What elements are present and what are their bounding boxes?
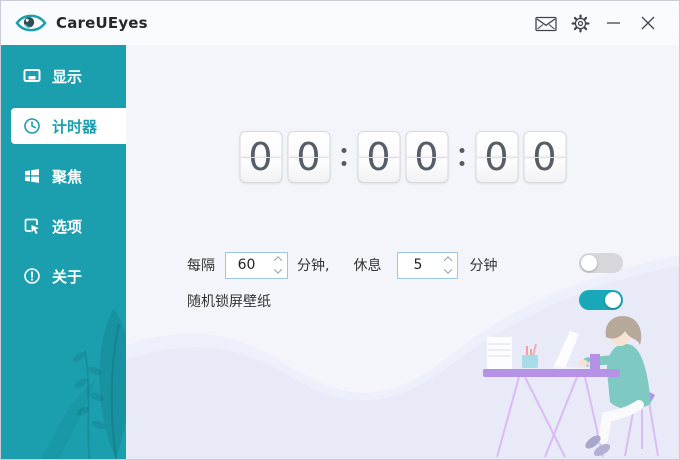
wallpaper-row: 随机锁屏壁纸 [187, 291, 271, 311]
rest-prefix-label: 休息 [353, 255, 381, 275]
break-reminder-toggle[interactable] [579, 253, 623, 273]
toggle-knob [581, 255, 597, 271]
display-icon [23, 67, 41, 85]
hours-pair: 0 0 [239, 131, 330, 183]
sidebar-item-options[interactable]: 选项 [11, 208, 126, 244]
app-title: CareUEyes [56, 14, 148, 32]
flip-digit: 0 [475, 131, 518, 183]
minutes-pair: 0 0 [357, 131, 448, 183]
flip-digit: 0 [405, 131, 448, 183]
flip-digit: 0 [523, 131, 566, 183]
flip-digit: 0 [239, 131, 282, 183]
interval-spin-up-button[interactable] [271, 255, 285, 264]
sidebar-item-label: 显示 [52, 66, 82, 87]
careueyes-window: CareUEyes [0, 0, 680, 460]
main-panel: 0 0 0 0 0 0 每隔 分钟, [126, 45, 679, 459]
mail-icon[interactable] [529, 8, 563, 38]
sidebar-item-label: 计时器 [52, 116, 97, 137]
titlebar-actions [529, 8, 665, 38]
flip-digit: 0 [357, 131, 400, 183]
sidebar-item-label: 关于 [52, 266, 82, 287]
careueyes-eye-logo-icon [15, 11, 47, 35]
flip-digit: 0 [287, 131, 330, 183]
rest-spinner [397, 252, 458, 279]
timer-icon [23, 117, 41, 135]
rest-spin-up-button[interactable] [441, 255, 455, 264]
rest-suffix-label: 分钟 [469, 255, 497, 275]
toggle-knob [605, 292, 621, 308]
sidebar-nav: 显示 计时器 [1, 45, 126, 294]
break-interval-row: 每隔 分钟, 休息 分钟 [187, 251, 497, 279]
sidebar-item-timer[interactable]: 计时器 [11, 108, 126, 144]
sidebar-item-display[interactable]: 显示 [11, 58, 126, 94]
close-icon[interactable] [631, 8, 665, 38]
sidebar: 显示 计时器 [1, 45, 126, 459]
options-icon [23, 217, 41, 235]
random-lockscreen-wallpaper-toggle[interactable] [579, 290, 623, 310]
interval-spinner [225, 252, 288, 279]
sidebar-item-about[interactable]: 关于 [11, 258, 126, 294]
focus-icon [23, 167, 41, 185]
about-icon [23, 267, 41, 285]
colon-separator [457, 148, 466, 166]
sidebar-item-focus[interactable]: 聚焦 [11, 158, 126, 194]
interval-prefix-label: 每隔 [187, 255, 215, 275]
minimize-icon[interactable] [597, 8, 631, 38]
wallpaper-label: 随机锁屏壁纸 [187, 291, 271, 311]
person-at-desk-illustration [459, 309, 679, 459]
titlebar: CareUEyes [1, 1, 679, 45]
colon-separator [339, 148, 348, 166]
sidebar-item-label: 选项 [52, 216, 82, 237]
rest-spin-down-button[interactable] [441, 267, 455, 276]
sidebar-item-label: 聚焦 [52, 166, 82, 187]
gear-icon[interactable] [563, 8, 597, 38]
seconds-pair: 0 0 [475, 131, 566, 183]
sidebar-leaf-decoration [1, 279, 126, 459]
interval-suffix-label: 分钟, [297, 255, 329, 275]
flip-clock: 0 0 0 0 0 0 [239, 131, 566, 183]
interval-spin-down-button[interactable] [271, 267, 285, 276]
